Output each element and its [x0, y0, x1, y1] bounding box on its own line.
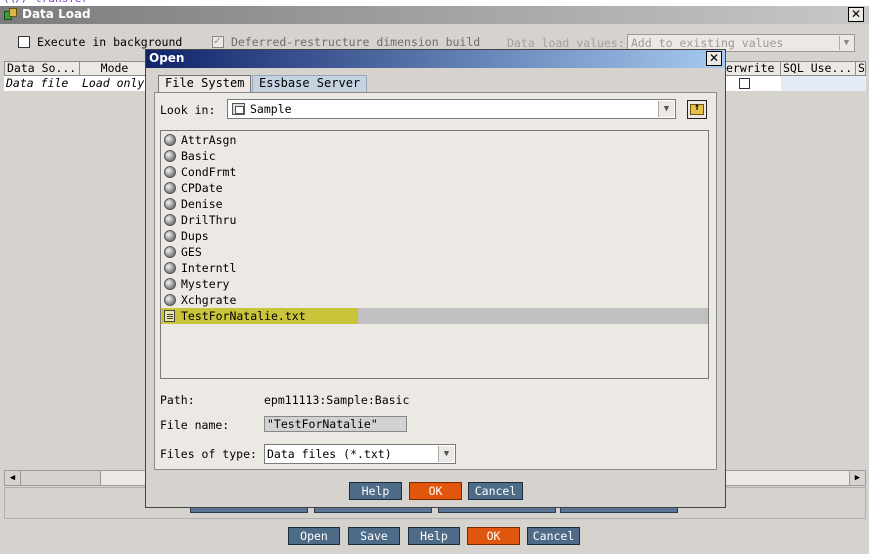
list-item[interactable]: GES — [161, 244, 708, 260]
cancel-button[interactable]: Cancel — [468, 482, 523, 500]
database-icon — [164, 198, 176, 210]
list-item[interactable]: DrilThru — [161, 212, 708, 228]
files-of-type-value: Data files (*.txt) — [267, 447, 392, 461]
chevron-down-icon[interactable]: ▼ — [658, 101, 674, 117]
text-file-icon — [164, 310, 175, 322]
deferred-restructure-checkbox: Deferred-restructure dimension build — [212, 34, 481, 49]
checkbox-checked-icon — [212, 34, 224, 48]
list-item[interactable]: Interntl — [161, 260, 708, 276]
open-dialog-title: Open — [149, 51, 185, 65]
path-value: epm11113:Sample:Basic — [264, 393, 410, 407]
open-button[interactable]: Open — [288, 527, 340, 545]
database-icon — [164, 294, 176, 306]
cancel-button[interactable]: Cancel — [527, 527, 580, 545]
list-item[interactable]: CPDate — [161, 180, 708, 196]
save-button[interactable]: Save — [348, 527, 400, 545]
data-load-title: Data Load — [22, 7, 91, 21]
column-header-s[interactable]: S — [856, 61, 866, 76]
file-name-input[interactable]: "TestForNatalie" — [264, 416, 407, 432]
look-in-value: Sample — [250, 102, 292, 116]
files-of-type-select[interactable]: Data files (*.txt) ▼ — [264, 444, 456, 464]
database-icon — [164, 150, 176, 162]
database-icon — [164, 182, 176, 194]
scrollbar-thumb[interactable] — [21, 471, 101, 485]
scroll-left-icon[interactable]: ◀ — [5, 471, 21, 485]
ok-button[interactable]: OK — [409, 482, 462, 500]
cell-data-source[interactable]: Data file — [4, 76, 80, 91]
list-item[interactable]: Denise — [161, 196, 708, 212]
data-load-values-label: Data load values: — [507, 36, 625, 50]
up-folder-icon — [690, 102, 704, 115]
open-dialog-titlebar: Open — [146, 50, 725, 68]
list-item[interactable]: Basic — [161, 148, 708, 164]
file-name-label: File name: — [160, 418, 230, 432]
file-list[interactable]: AttrAsgn Basic CondFrmt CPDate Denise Dr… — [160, 130, 709, 379]
cell-mode[interactable]: Load only — [80, 76, 150, 91]
chevron-down-icon: ▼ — [839, 36, 853, 50]
help-button[interactable]: Help — [349, 482, 402, 500]
list-item[interactable]: Xchgrate — [161, 292, 708, 308]
database-icon — [164, 230, 176, 242]
data-load-app-icon — [4, 8, 18, 21]
column-header-sql-user[interactable]: SQL Use... — [781, 61, 856, 76]
cell-overwrite[interactable] — [724, 76, 781, 91]
list-item[interactable]: AttrAsgn — [161, 132, 708, 148]
scroll-right-icon[interactable]: ▶ — [849, 471, 865, 485]
database-icon — [164, 262, 176, 274]
database-icon — [164, 214, 176, 226]
database-icon — [164, 166, 176, 178]
list-item-selected[interactable]: TestForNatalie.txt — [161, 308, 708, 324]
database-icon — [164, 278, 176, 290]
data-load-values-value: Add to existing values — [631, 36, 784, 50]
database-icon — [164, 134, 176, 146]
cell-sql-user[interactable] — [781, 76, 856, 91]
cell-s[interactable] — [856, 76, 866, 91]
deferred-restructure-label: Deferred-restructure dimension build — [230, 35, 481, 49]
execute-in-background-checkbox[interactable]: Execute in background — [18, 35, 182, 49]
database-icon — [164, 246, 176, 258]
folder-icon — [232, 103, 245, 115]
help-button[interactable]: Help — [408, 527, 460, 545]
open-dialog: Open ✕ File System Essbase Server Look i… — [145, 49, 726, 508]
up-one-level-button[interactable] — [687, 100, 707, 119]
look-in-label: Look in: — [160, 103, 216, 117]
ok-button[interactable]: OK — [467, 527, 520, 545]
list-item[interactable]: Mystery — [161, 276, 708, 292]
files-of-type-label: Files of type: — [160, 447, 257, 461]
checkbox-icon — [18, 36, 30, 48]
overwrite-checkbox[interactable] — [739, 78, 750, 89]
tab-essbase-server[interactable]: Essbase Server — [252, 75, 368, 92]
path-label: Path: — [160, 393, 195, 407]
data-load-close-button[interactable]: ✕ — [848, 7, 864, 22]
column-header-mode[interactable]: Mode — [80, 61, 150, 76]
look-in-select[interactable]: Sample ▼ — [227, 99, 676, 119]
open-dialog-close-button[interactable]: ✕ — [706, 51, 722, 66]
list-item[interactable]: Dups — [161, 228, 708, 244]
list-item[interactable]: CondFrmt — [161, 164, 708, 180]
chevron-down-icon[interactable]: ▼ — [438, 446, 454, 462]
execute-in-background-label: Execute in background — [36, 35, 183, 49]
tab-file-system[interactable]: File System — [158, 75, 252, 93]
data-load-titlebar: Data Load — [0, 6, 869, 24]
column-header-data-source[interactable]: Data So... — [4, 61, 80, 76]
column-header-overwrite[interactable]: erwrite — [724, 61, 781, 76]
